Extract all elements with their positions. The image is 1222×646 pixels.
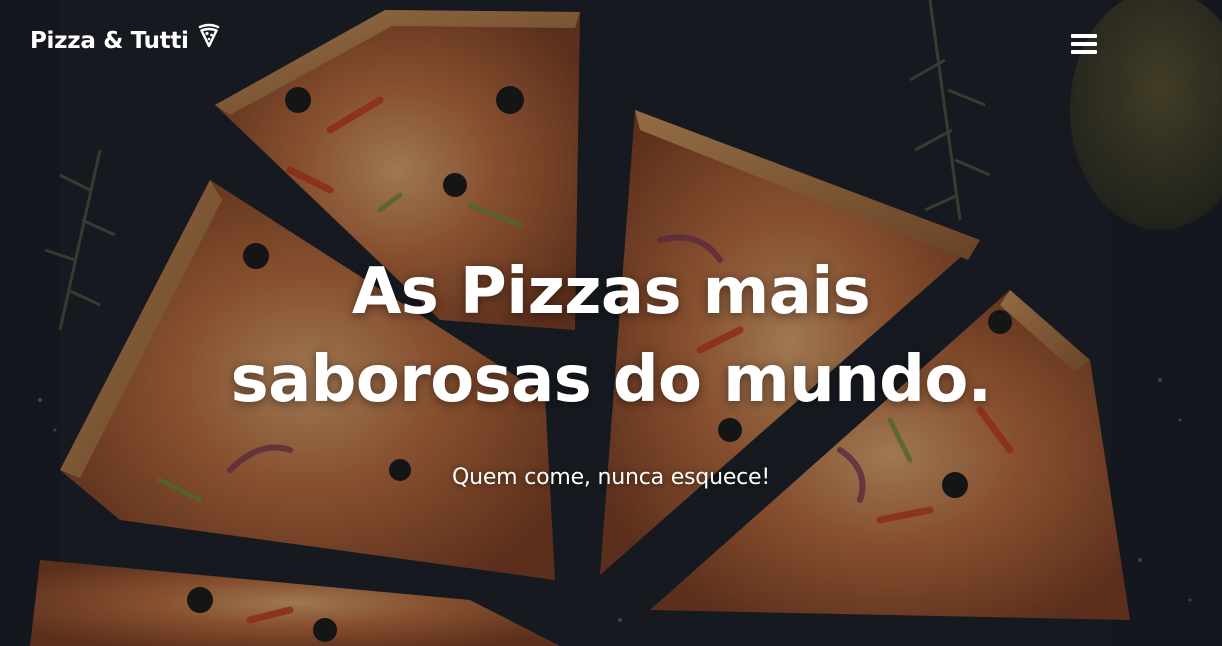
hero-content: As Pizzas mais saborosas do mundo. Quem …: [0, 248, 1222, 492]
menu-bar-middle: [1071, 42, 1097, 46]
hamburger-menu-icon[interactable]: [1067, 30, 1101, 58]
hero-section: Pizza & Tutti As Pizzas mais saborosas d…: [0, 0, 1222, 646]
menu-bar-top: [1071, 34, 1097, 38]
brand-name: Pizza & Tutti: [30, 28, 189, 54]
hero-title: As Pizzas mais saborosas do mundo.: [230, 255, 992, 417]
hero-subtitle: Quem come, nunca esquece!: [451, 465, 771, 490]
navbar: Pizza & Tutti: [0, 0, 1222, 84]
menu-bar-bottom: [1071, 50, 1097, 54]
pizza-slice-icon: [197, 22, 221, 48]
brand-logo-link[interactable]: Pizza & Tutti: [30, 23, 221, 56]
